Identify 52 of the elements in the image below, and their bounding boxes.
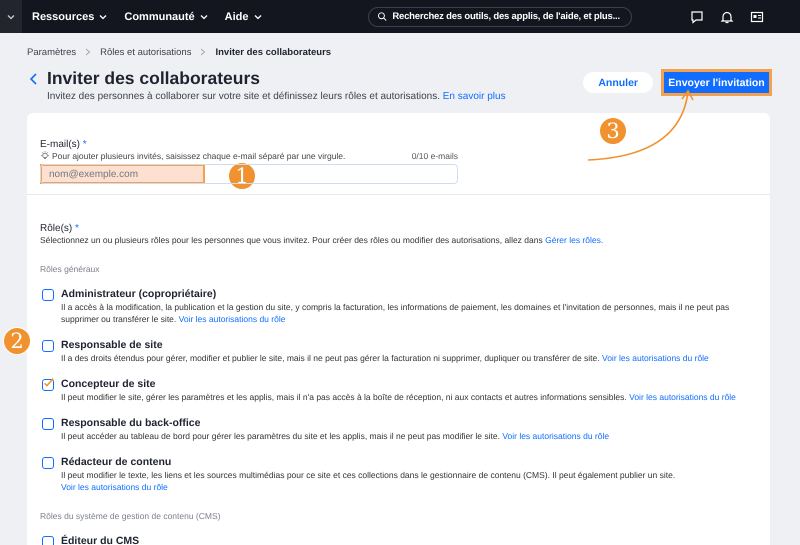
role-description: Il peut modifier le site, gérer les paramètres et les applis, mais il n'a pas accès à la boîte de réception, ni aux contacts et autres informations sensibles. Voir les autorisations du rôle — [61, 391, 736, 403]
role-description: Il a accès à la modification, la publication et la gestion du site, y compris la facturation, les informations de paiement, les domaines et l'invitation de personnes, mais il ne peut pas supprimer ou transférer le site. Voir les autorisations du rôle — [61, 301, 730, 325]
field-label: E-mail(s) * — [40, 139, 88, 150]
field-label: Rôle(s) * — [40, 223, 80, 234]
chevron-icon — [200, 48, 206, 56]
role-title: Responsable du back-office — [61, 416, 202, 430]
menu-item[interactable]: Aide — [224, 10, 262, 22]
breadcrumb-item[interactable]: Paramètres — [27, 46, 76, 58]
roles-description: Sélectionnez un ou plusieurs rôles pour les personnes que vous invitez. Pour créer des rôles ou modifier des autorisations, allez dans Gérer les rôles. — [40, 234, 604, 246]
checkbox[interactable] — [42, 289, 54, 301]
hint-text: Pour ajouter plusieurs invités, saisissez chaque e-mail séparé par une virgule. — [52, 151, 346, 161]
page-title: Inviter des collaborateurs — [47, 67, 261, 90]
role-title: Concepteur de site — [61, 377, 157, 391]
cancel-button[interactable]: Annuler — [583, 72, 653, 93]
chat-icon[interactable] — [690, 10, 704, 24]
role-title: Éditeur du CMS — [61, 534, 140, 545]
chevron-icon — [85, 48, 92, 56]
checkbox[interactable] — [42, 457, 54, 469]
page-subtitle: Invitez des personnes à collaborer sur votre site et définissez leurs rôles et autorisations. En savoir plus — [47, 91, 507, 102]
role-title: Responsable de site — [61, 338, 164, 352]
search-field[interactable]: Recherchez des outils, des applis, de l'aide, et plus... — [368, 6, 632, 26]
menu-item[interactable]: Communauté — [124, 10, 209, 22]
checkbox[interactable] — [42, 340, 54, 352]
email-counter: 0/10 e-mails — [412, 151, 458, 161]
role-description: Il peut accéder au tableau de bord pour gérer les paramètres du site et les applis, mais il ne peut pas modifier le site. Voir les autorisations du rôle — [61, 430, 610, 442]
manage-roles-link[interactable]: Gérer les rôles. — [545, 235, 604, 245]
required-mark: * — [75, 223, 79, 234]
permissions-link[interactable]: Voir les autorisations du rôle — [502, 431, 610, 441]
bell-icon[interactable] — [720, 10, 734, 24]
role-title: Rédacteur de contenu — [61, 455, 172, 469]
permissions-link[interactable]: Voir les autorisations du rôle — [629, 392, 736, 402]
permissions-link[interactable]: Voir les autorisations du rôle — [61, 482, 168, 492]
learn-more-link[interactable]: En savoir plus — [442, 91, 506, 102]
menu-item[interactable]: Ressources — [32, 10, 108, 22]
required-mark: * — [82, 139, 87, 150]
role-title: Administrateur (copropriétaire) — [61, 287, 218, 301]
role-description: Il a des droits étendus pour gérer, modifier et publier le site, mais il ne peut pas gérer la facturation ni supprimer, dupliquer ou transférer de site. Voir les autorisations du rôle — [61, 352, 709, 364]
breadcrumb-item[interactable]: Rôles et autorisations — [100, 46, 192, 58]
lightbulb-icon — [40, 151, 50, 161]
permissions-link[interactable]: Voir les autorisations du rôle — [178, 314, 286, 324]
role-description: Il peut modifier le texte, les liens et les sources multimédias pour ce site et ces collections dans le gestionnaire de contenu (CMS). Il peut également publier un site. Voir les autorisations du rôle — [61, 469, 676, 493]
permissions-link[interactable]: Voir les autorisations du rôle — [602, 353, 709, 363]
checkbox[interactable] — [42, 379, 54, 391]
group-heading: Rôles du système de gestion de contenu (CMS) — [40, 511, 222, 521]
checkbox[interactable] — [42, 418, 54, 430]
search-icon — [377, 11, 388, 22]
profile-card-icon[interactable] — [750, 10, 764, 24]
send-invitation-button[interactable]: Envoyer l'invitation — [664, 72, 769, 93]
checkbox[interactable] — [42, 536, 54, 545]
group-heading: Rôles généraux — [40, 264, 101, 274]
step-badge: 2 — [3, 327, 31, 355]
breadcrumb-item: Inviter des collaborateurs — [215, 46, 332, 58]
